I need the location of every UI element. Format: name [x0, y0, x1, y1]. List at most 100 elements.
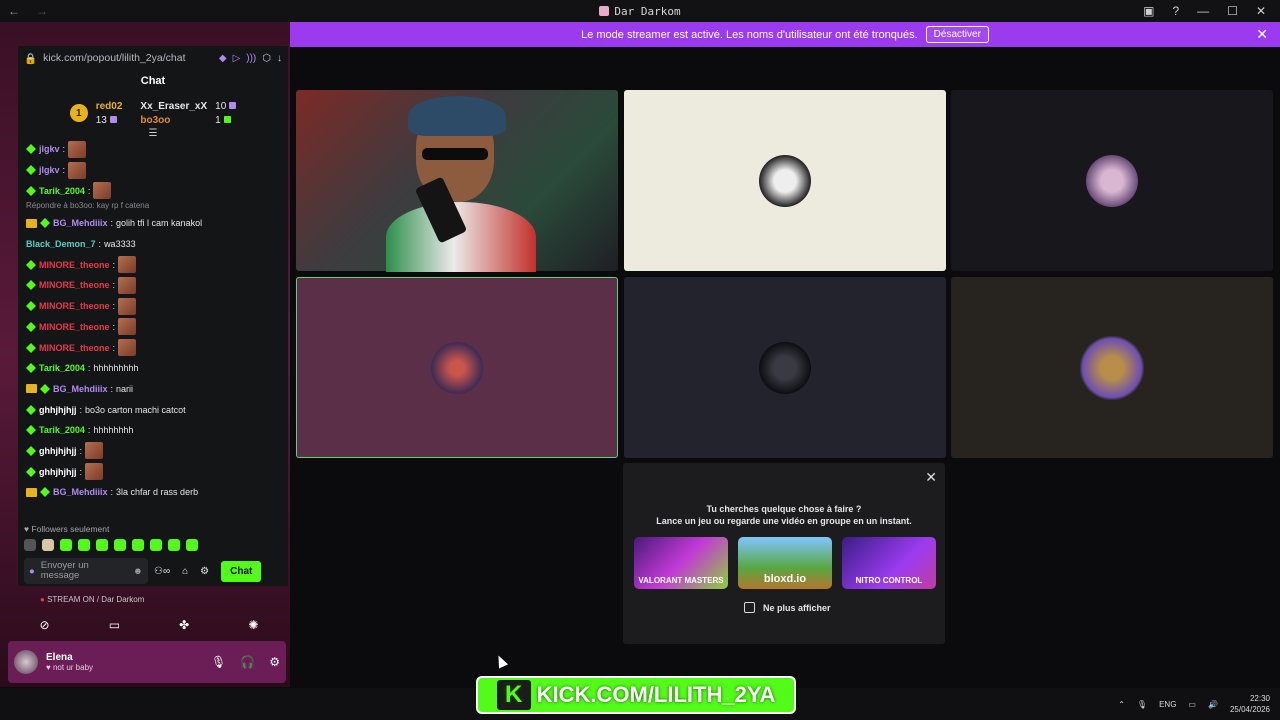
chat-username[interactable]: jlgkv — [39, 144, 60, 154]
camera-off-icon[interactable]: ⊘ — [40, 618, 50, 632]
voice-actions: ⊘ ▭ ✤ ✺ — [10, 612, 288, 638]
emote-icon[interactable] — [78, 539, 90, 551]
gift-box-icon[interactable]: ⌂ — [182, 566, 188, 577]
separator: : — [112, 301, 116, 312]
disable-streamer-mode-button[interactable]: Désactiver — [925, 26, 989, 43]
video-tile[interactable] — [951, 277, 1273, 458]
emote-icon[interactable] — [132, 539, 144, 551]
chat-username[interactable]: ghhjhjhjj — [39, 446, 77, 456]
filter-icon[interactable]: ☰ — [18, 128, 288, 139]
chat-username[interactable]: ghhjhjhjj — [39, 405, 77, 415]
emote-icon[interactable] — [150, 539, 162, 551]
video-tile-speaking[interactable] — [296, 277, 618, 458]
emote-icon[interactable] — [186, 539, 198, 551]
maximize-button[interactable]: ☐ — [1227, 4, 1238, 18]
kick-logo-icon: K — [496, 680, 531, 710]
dont-show-checkbox[interactable] — [744, 602, 755, 613]
language-indicator[interactable]: ENG — [1159, 700, 1176, 709]
emote-icon[interactable] — [96, 539, 108, 551]
chat-username[interactable]: MINORE_theone — [39, 343, 110, 353]
emote-icon — [118, 339, 137, 357]
crown-badge-icon — [26, 384, 37, 394]
chat-username[interactable]: BG_Mehdiiix — [53, 487, 108, 497]
settings-icon[interactable]: ⚙ — [269, 655, 280, 669]
leader-first-name[interactable]: red02 — [96, 101, 123, 112]
emote-icon[interactable] — [168, 539, 180, 551]
leader-second-name[interactable]: Xx_Eraser_xX — [140, 101, 207, 112]
clock[interactable]: 22:30 25/04/2026 — [1230, 693, 1270, 715]
close-icon[interactable]: ✕ — [925, 469, 937, 486]
minimize-button[interactable]: — — [1197, 4, 1209, 18]
video-tile[interactable] — [624, 277, 946, 458]
close-icon[interactable]: ✕ — [1256, 26, 1268, 43]
url-bar: 🔒 kick.com/popout/lilith_2ya/chat ◆ ▷ ))… — [18, 46, 288, 70]
avatar — [1086, 154, 1138, 207]
mic-icon[interactable]: ● — [29, 566, 35, 577]
extension-icon[interactable]: ⬡ — [262, 53, 271, 64]
user-status: ♥ not ur baby — [46, 663, 94, 672]
chat-message: ghhjhjhjj: bo3o carton machi catcot — [26, 399, 280, 420]
emote-icon — [68, 161, 87, 179]
chat-username[interactable]: jlgkv — [39, 165, 60, 175]
volume-icon[interactable]: 🔊 — [1208, 700, 1218, 709]
network-icon[interactable]: ▭ — [1188, 700, 1196, 709]
separator: : — [87, 425, 91, 436]
chevron-up-icon[interactable]: ⌃ — [1118, 700, 1125, 709]
emote-icon[interactable] — [114, 539, 126, 551]
shield-icon[interactable]: ◆ — [219, 53, 227, 64]
chat-username[interactable]: Tarik_2004 — [39, 186, 85, 196]
voice-status-line[interactable]: ● STREAM ON / Dar Darkom — [10, 595, 288, 604]
chat-username[interactable]: BG_Mehdiiix — [53, 384, 108, 394]
chat-username[interactable]: MINORE_theone — [39, 280, 110, 290]
download-icon[interactable]: ↓ — [277, 53, 282, 64]
chat-input[interactable]: ● Envoyer un message ☻ — [24, 558, 148, 584]
subscriber-badge-icon — [26, 144, 36, 155]
soundboard-icon[interactable]: ✺ — [248, 618, 258, 632]
system-tray: ⌃ 🎙 ENG ▭ 🔊 22:30 25/04/2026 — [1118, 688, 1270, 720]
chat-username[interactable]: Tarik_2004 — [39, 363, 85, 373]
mic-icon[interactable]: 🎙 — [211, 655, 226, 669]
headphones-icon[interactable]: 🎧 — [240, 655, 255, 669]
subscriber-badge-icon — [40, 487, 50, 498]
chat-username[interactable]: BG_Mehdiiix — [53, 218, 108, 228]
url-text[interactable]: kick.com/popout/lilith_2ya/chat — [43, 52, 213, 64]
emoji-icon[interactable]: ☻ — [133, 566, 143, 577]
chat-username[interactable]: Tarik_2004 — [39, 425, 85, 435]
game-card-bloxd[interactable]: bloxd.io — [738, 537, 832, 589]
game-card-nitro-control[interactable]: NITRO CONTROL — [842, 537, 936, 589]
chat-username[interactable]: MINORE_theone — [39, 260, 110, 270]
close-window-button[interactable]: ✕ — [1256, 4, 1266, 18]
chat-text: bo3o carton machi catcot — [85, 404, 186, 415]
video-tile[interactable] — [951, 90, 1273, 271]
video-tile[interactable] — [624, 90, 946, 271]
chat-heading: Chat — [140, 75, 166, 87]
game-card-valorant[interactable]: VALORANT MASTERS — [634, 537, 728, 589]
mic-icon[interactable]: 🎙 — [1137, 700, 1147, 709]
emote-icon — [85, 442, 104, 460]
send-chat-button[interactable]: Chat — [221, 560, 262, 582]
chat-username[interactable]: ghhjhjhjj — [39, 467, 77, 477]
settings-icon[interactable]: ⚙ — [200, 566, 209, 577]
user-panel: Elena ♥ not ur baby 🎙 🎧 ⚙ — [8, 641, 286, 683]
chat-username[interactable]: MINORE_theone — [39, 301, 110, 311]
sound-icon[interactable]: ))) — [246, 53, 256, 64]
activities-icon[interactable]: ✤ — [179, 618, 189, 632]
emote-icon[interactable] — [42, 539, 54, 551]
leader-third-name[interactable]: bo3oo — [140, 115, 207, 126]
reply-context[interactable]: Répondre à bo3oo: kay rp f catena — [26, 201, 280, 213]
avatar — [431, 341, 483, 394]
chat-message: Tarik_2004: — [26, 180, 280, 201]
users-icon[interactable]: ⚇∞ — [154, 566, 170, 577]
screen-share-icon[interactable]: ▭ — [109, 618, 120, 632]
avatar[interactable] — [14, 650, 38, 674]
video-tile-camera[interactable] — [296, 90, 618, 272]
emote-icon[interactable] — [60, 539, 72, 551]
separator: : — [112, 259, 116, 270]
help-icon[interactable]: ? — [1172, 4, 1179, 18]
subscriber-badge-icon — [26, 280, 36, 291]
chat-username[interactable]: Black_Demon_7 — [26, 239, 96, 249]
chat-username[interactable]: MINORE_theone — [39, 322, 110, 332]
play-icon[interactable]: ▷ — [233, 53, 241, 64]
inbox-icon[interactable]: ▣ — [1143, 4, 1154, 18]
emote-icon[interactable] — [24, 539, 36, 551]
